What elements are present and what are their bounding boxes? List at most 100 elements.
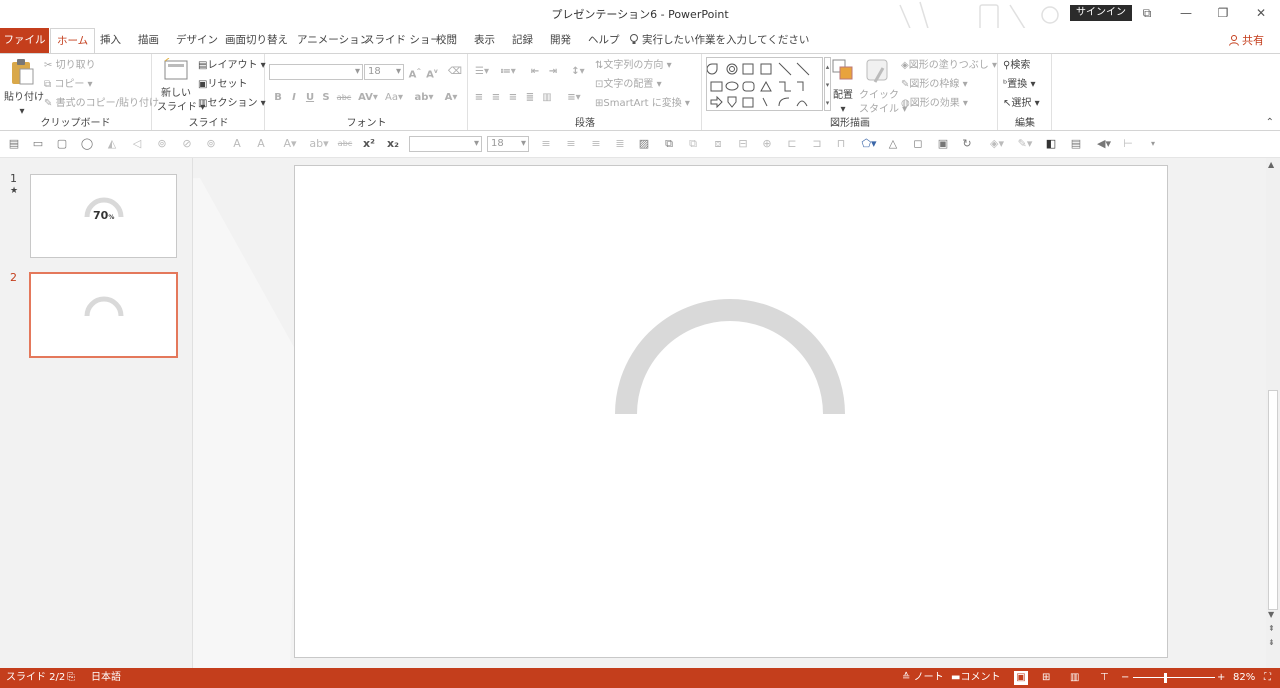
slide-thumbnail-2[interactable] bbox=[29, 272, 178, 358]
callout-icon[interactable]: ◻ bbox=[911, 137, 925, 151]
para-align-button[interactable]: ≡▾ bbox=[563, 90, 585, 106]
underline-button[interactable]: U bbox=[302, 90, 318, 106]
bold-button[interactable]: B bbox=[270, 90, 286, 106]
gauge-arc-shape[interactable] bbox=[295, 166, 1167, 657]
rectangle-icon[interactable]: ▭ bbox=[31, 137, 45, 151]
shrink-font-icon[interactable]: A bbox=[254, 137, 268, 151]
section-button[interactable]: ▥セクション ▾ bbox=[198, 97, 266, 111]
distribute-icon[interactable]: ⊟ bbox=[736, 137, 750, 151]
share-button[interactable]: 共有 bbox=[1228, 28, 1264, 53]
spellcheck-icon[interactable]: ⎘ bbox=[67, 668, 75, 688]
vertical-scrollbar[interactable]: ▲ ▼ ⇞ ⇟ bbox=[1266, 158, 1280, 668]
align-left-icon[interactable]: ≡ bbox=[539, 137, 553, 151]
grow-font-button[interactable]: A^ bbox=[407, 64, 423, 83]
tab-draw[interactable]: 描画 bbox=[132, 28, 165, 53]
strikethrough-button[interactable]: abc bbox=[336, 90, 352, 106]
normal-view-icon[interactable]: ▣ bbox=[1014, 671, 1028, 685]
reset-button[interactable]: ▣リセット bbox=[198, 78, 247, 92]
shrink-font-button[interactable]: Av bbox=[424, 64, 440, 83]
oval-icon[interactable]: ◯ bbox=[80, 137, 94, 151]
align-bottom-icon[interactable]: ⊓ bbox=[834, 137, 848, 151]
tell-me-search[interactable]: 実行したい作業を入力してください bbox=[628, 28, 809, 53]
slide-canvas[interactable] bbox=[294, 165, 1168, 658]
slide-sorter-icon[interactable]: ⊞ bbox=[1042, 668, 1050, 688]
audio-icon[interactable]: ◀▾ bbox=[1093, 137, 1115, 151]
char-spacing-button[interactable]: AV▾ bbox=[356, 90, 380, 106]
quick-styles-button[interactable]: クイック スタイル ▾ bbox=[859, 58, 907, 117]
tab-transitions[interactable]: 画面切り替え bbox=[219, 28, 294, 53]
clear-format-icon[interactable]: ⌫ bbox=[447, 64, 463, 80]
minimize-button[interactable]: — bbox=[1172, 3, 1200, 23]
send-backward-icon[interactable]: ⧉ bbox=[686, 137, 700, 151]
slideshow-view-icon[interactable]: ⊤ bbox=[1100, 668, 1109, 688]
scroll-thumb[interactable] bbox=[1268, 390, 1278, 610]
arrow-icon[interactable]: ◁ bbox=[130, 137, 144, 151]
zoom-out-button[interactable]: − bbox=[1121, 668, 1129, 688]
ribbon-display-options-button[interactable]: ⧉ bbox=[1133, 3, 1161, 23]
align-objects-icon[interactable]: ⧈ bbox=[711, 137, 725, 151]
notes-button[interactable]: ≙ ノート bbox=[902, 668, 944, 688]
copy-button[interactable]: ⧉ コピー ▾ bbox=[44, 78, 93, 92]
font-name-select[interactable]: ▾ bbox=[269, 64, 363, 80]
line-spacing-button[interactable]: ↕▾ bbox=[567, 64, 589, 80]
tab-view[interactable]: 表示 bbox=[468, 28, 501, 53]
textbox-icon[interactable]: ▤ bbox=[7, 137, 21, 151]
shapes-gallery[interactable] bbox=[706, 57, 823, 111]
comments-button[interactable]: ▬コメント bbox=[951, 668, 1000, 688]
maximize-button[interactable]: ❐ bbox=[1209, 3, 1237, 23]
picture-icon[interactable]: ▨ bbox=[637, 137, 651, 151]
rounded-rect-icon[interactable]: ▢ bbox=[55, 137, 69, 151]
customize-toolbar-icon[interactable]: ▾ bbox=[1146, 137, 1160, 151]
strikethrough-icon[interactable]: abc bbox=[336, 137, 354, 151]
fill-icon[interactable]: ◈▾ bbox=[986, 137, 1008, 151]
link-icon[interactable]: ⊘ bbox=[180, 137, 194, 151]
align-right-button[interactable]: ≡ bbox=[505, 90, 521, 106]
bullets-button[interactable]: ☰▾ bbox=[471, 64, 493, 80]
change-case-button[interactable]: Aa▾ bbox=[382, 90, 406, 106]
language-indicator[interactable]: 日本語 bbox=[91, 668, 121, 688]
align-text-button[interactable]: ⊡文字の配置 ▾ bbox=[595, 78, 662, 92]
tab-design[interactable]: デザイン bbox=[170, 28, 224, 53]
cut-button[interactable]: ✂ 切り取り bbox=[44, 59, 96, 73]
triangle-shape-icon[interactable]: △ bbox=[886, 137, 900, 151]
font-size-select[interactable]: 18 ▾ bbox=[364, 64, 404, 80]
collapse-ribbon-icon[interactable]: ⌃ bbox=[1266, 117, 1274, 128]
lock-icon[interactable]: ⊕ bbox=[760, 137, 774, 151]
tab-review[interactable]: 校閲 bbox=[430, 28, 463, 53]
new-slide-button[interactable]: 新しい スライド ▾ bbox=[157, 57, 205, 115]
tab-developer[interactable]: 開発 bbox=[544, 28, 577, 53]
align-center-icon[interactable]: ≡ bbox=[564, 137, 578, 151]
quick-font-size-select[interactable]: 18 ▾ bbox=[487, 136, 529, 152]
smartart-button[interactable]: ⊞SmartArt に変換 ▾ bbox=[595, 97, 690, 111]
zoom-slider[interactable] bbox=[1133, 677, 1215, 678]
numbering-button[interactable]: ≔▾ bbox=[497, 64, 519, 80]
replace-button[interactable]: ᵇ置換 ▾ bbox=[1003, 78, 1036, 92]
tab-insert[interactable]: 挿入 bbox=[94, 28, 127, 53]
fit-to-window-icon[interactable]: ⛶ bbox=[1264, 668, 1271, 688]
triangle-icon[interactable]: ◭ bbox=[105, 137, 119, 151]
font-color-button[interactable]: A▾ bbox=[440, 90, 462, 106]
zoom-level[interactable]: 82% bbox=[1233, 668, 1255, 688]
align-right-icon[interactable]: ≡ bbox=[589, 137, 603, 151]
shapes-gallery-scroll[interactable]: ▴ ▾ ▾ bbox=[824, 57, 831, 111]
layout-button[interactable]: ▤レイアウト ▾ bbox=[198, 59, 266, 73]
tab-help[interactable]: ヘルプ bbox=[582, 28, 626, 53]
arrange-button[interactable]: 配置 ▾ bbox=[831, 58, 855, 117]
increase-indent-button[interactable]: ⇥ bbox=[545, 64, 561, 80]
scroll-up-icon[interactable]: ▲ bbox=[1268, 160, 1274, 169]
scroll-down-icon[interactable]: ▼ bbox=[1268, 610, 1274, 619]
zoom-in-button[interactable]: + bbox=[1217, 668, 1225, 688]
shape-outline-button[interactable]: ✎図形の枠線 ▾ bbox=[901, 78, 968, 92]
tab-home[interactable]: ホーム bbox=[50, 28, 96, 53]
bring-forward-icon[interactable]: ⧉ bbox=[662, 137, 676, 151]
align-top-icon[interactable]: ⊐ bbox=[810, 137, 824, 151]
italic-button[interactable]: I bbox=[286, 90, 302, 106]
align-middle-icon[interactable]: ⊏ bbox=[785, 137, 799, 151]
tab-file[interactable]: ファイル bbox=[0, 28, 49, 53]
edit-shape-icon[interactable]: ⬠▾ bbox=[858, 137, 880, 151]
shape-fill-button[interactable]: ◈図形の塗りつぶし ▾ bbox=[901, 59, 997, 73]
paste-button[interactable]: 貼り付け ▾ bbox=[4, 58, 44, 119]
zoom-slider-thumb[interactable] bbox=[1164, 673, 1167, 683]
previous-slide-icon[interactable]: ⇞ bbox=[1268, 624, 1275, 633]
select-button[interactable]: ↖選択 ▾ bbox=[1003, 97, 1040, 111]
